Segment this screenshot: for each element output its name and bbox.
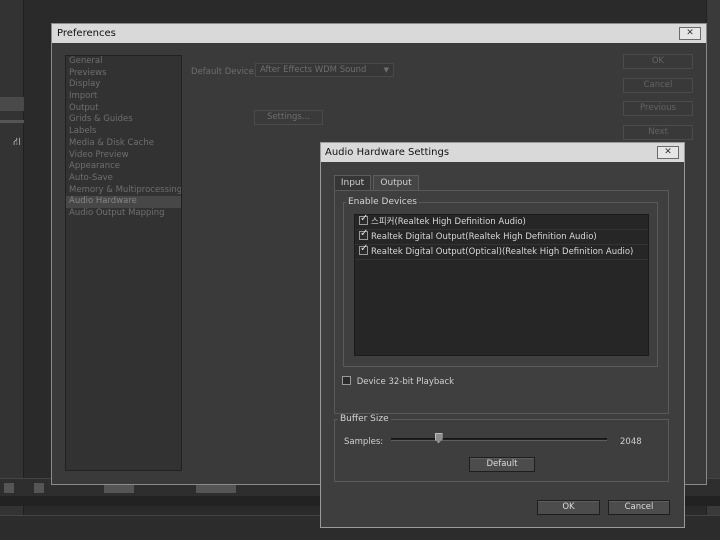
default-device-select[interactable]: After Effects WDM Sound ▼ xyxy=(255,63,394,77)
background-panel-band xyxy=(0,120,24,123)
default-button[interactable]: Default xyxy=(469,457,535,472)
checkmark-icon: ✓ xyxy=(360,213,369,224)
audio-hardware-close-button[interactable]: ✕ xyxy=(657,146,679,159)
preferences-category-list[interactable]: General Previews Display Import Output Grids … xyxy=(65,55,182,471)
chevron-down-icon: ▼ xyxy=(383,66,389,74)
preferences-category-item[interactable]: Output xyxy=(66,103,181,115)
preferences-category-item[interactable]: Audio Hardware xyxy=(66,196,181,208)
device-checkbox[interactable]: ✓ xyxy=(359,213,369,225)
preferences-category-item[interactable]: Memory & Multiprocessing xyxy=(66,185,181,197)
preferences-category-item[interactable]: Media & Disk Cache xyxy=(66,138,181,150)
preferences-ok-button[interactable]: OK xyxy=(623,54,693,69)
audio-hardware-titlebar: Audio Hardware Settings xyxy=(321,143,684,162)
background-panel-band xyxy=(0,97,24,111)
device-checkbox[interactable]: ✓ xyxy=(359,228,369,240)
device-list-item[interactable]: ✓ 스피커(Realtek High Definition Audio) xyxy=(355,213,648,230)
preferences-title: Preferences xyxy=(57,28,116,39)
preferences-category-item[interactable]: Grids & Guides xyxy=(66,114,181,126)
device-list-item[interactable]: ✓ Realtek Digital Output(Realtek High Def… xyxy=(355,228,648,245)
flowchart-icon[interactable]: ⛙ xyxy=(10,135,24,149)
default-device-label: Default Device: xyxy=(191,67,257,77)
tab-output[interactable]: Output xyxy=(373,175,419,190)
preferences-category-item[interactable]: Audio Output Mapping xyxy=(66,208,181,220)
preferences-category-item[interactable]: Video Preview xyxy=(66,150,181,162)
audio-hardware-ok-button[interactable]: OK xyxy=(537,500,600,515)
device-label: Realtek Digital Output(Realtek High Defi… xyxy=(371,232,597,242)
tab-input[interactable]: Input xyxy=(334,175,371,190)
samples-label: Samples: xyxy=(344,437,384,447)
samples-slider-track[interactable] xyxy=(391,438,607,441)
background-panel-right xyxy=(706,0,720,540)
device-checkbox[interactable]: ✓ xyxy=(359,243,369,255)
preferences-category-item[interactable]: Display xyxy=(66,79,181,91)
preferences-category-item[interactable]: Labels xyxy=(66,126,181,138)
device-list-item[interactable]: ✓ Realtek Digital Output(Optical)(Realtek… xyxy=(355,243,648,260)
device-32bit-playback-checkbox[interactable]: Device 32-bit Playback xyxy=(342,376,454,387)
buffer-size-label: Buffer Size xyxy=(338,414,391,424)
background-panel-left xyxy=(0,0,24,540)
default-device-value: After Effects WDM Sound xyxy=(260,65,367,75)
samples-value: 2048 xyxy=(620,437,642,447)
device-32bit-label: Device 32-bit Playback xyxy=(356,377,455,387)
audio-hardware-title: Audio Hardware Settings xyxy=(325,147,450,158)
enable-devices-label: Enable Devices xyxy=(346,197,419,207)
preferences-titlebar: Preferences xyxy=(52,24,706,43)
preferences-category-item[interactable]: Appearance xyxy=(66,161,181,173)
preferences-category-item[interactable]: General xyxy=(66,56,181,68)
device-label: Realtek Digital Output(Optical)(Realtek … xyxy=(371,247,634,257)
buffer-size-group xyxy=(334,419,669,482)
checkmark-icon: ✓ xyxy=(360,243,369,254)
preferences-cancel-button[interactable]: Cancel xyxy=(623,78,693,93)
checkbox-box xyxy=(342,376,351,385)
previous-button[interactable]: Previous xyxy=(623,101,693,116)
close-icon: ✕ xyxy=(686,28,694,38)
audio-hardware-cancel-button[interactable]: Cancel xyxy=(608,500,670,515)
preferences-close-button[interactable]: ✕ xyxy=(679,27,701,40)
preferences-category-item[interactable]: Auto-Save xyxy=(66,173,181,185)
close-icon: ✕ xyxy=(664,147,672,157)
next-button[interactable]: Next xyxy=(623,125,693,140)
preferences-category-item[interactable]: Import xyxy=(66,91,181,103)
device-label: 스피커(Realtek High Definition Audio) xyxy=(371,217,526,227)
checkmark-icon: ✓ xyxy=(360,228,369,239)
device-list: ✓ 스피커(Realtek High Definition Audio) ✓ Real… xyxy=(354,213,649,356)
preferences-category-item[interactable]: Previews xyxy=(66,68,181,80)
settings-button[interactable]: Settings... xyxy=(254,110,323,125)
